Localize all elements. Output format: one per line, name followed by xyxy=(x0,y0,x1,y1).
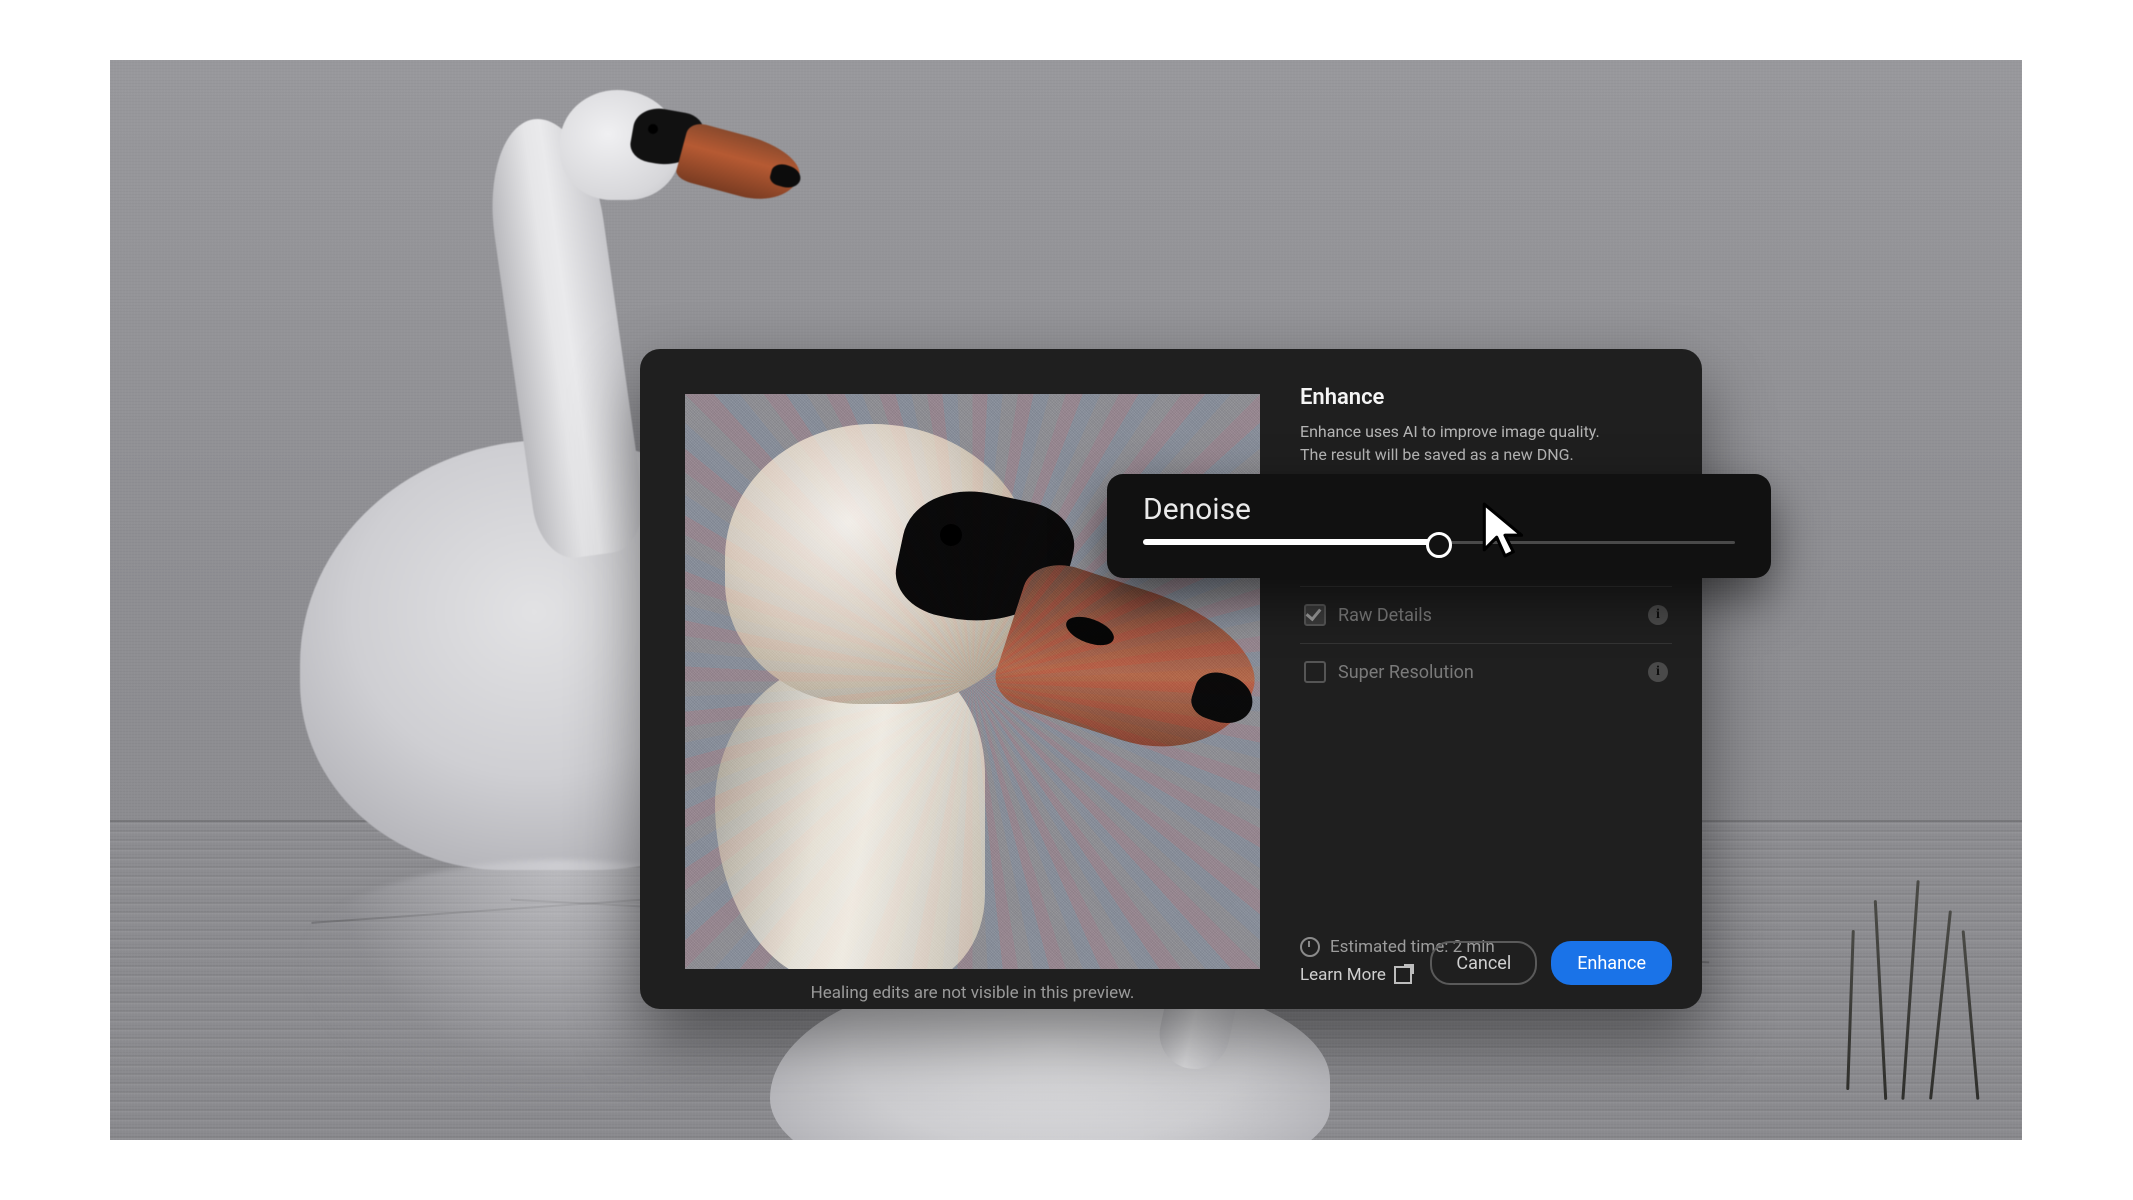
enhance-button[interactable]: Enhance xyxy=(1551,941,1672,985)
option-super-resolution[interactable]: Super Resolution i xyxy=(1300,643,1672,700)
denoise-panel: Denoise xyxy=(1107,474,1771,578)
clock-icon xyxy=(1300,937,1320,957)
option-label: Super Resolution xyxy=(1338,662,1474,683)
checkbox-icon[interactable] xyxy=(1304,604,1326,626)
preview-caption: Healing edits are not visible in this pr… xyxy=(685,983,1260,1003)
learn-more-label: Learn More xyxy=(1300,965,1386,985)
slider-thumb[interactable] xyxy=(1426,532,1452,558)
option-raw-details[interactable]: Raw Details i xyxy=(1300,586,1672,643)
denoise-title: Denoise xyxy=(1143,492,1735,527)
slider-fill xyxy=(1143,539,1439,545)
checkbox-icon[interactable] xyxy=(1304,661,1326,683)
dialog-description: Enhance uses AI to improve image quality… xyxy=(1300,420,1630,466)
option-label: Raw Details xyxy=(1338,605,1432,626)
dialog-title: Enhance xyxy=(1300,385,1672,410)
background-photo: Healing edits are not visible in this pr… xyxy=(110,60,2022,1140)
cancel-button[interactable]: Cancel xyxy=(1430,941,1537,985)
enhance-dialog: Healing edits are not visible in this pr… xyxy=(640,349,1702,1009)
info-icon[interactable]: i xyxy=(1648,662,1668,682)
info-icon[interactable]: i xyxy=(1648,605,1668,625)
external-link-icon xyxy=(1394,966,1412,984)
denoise-slider[interactable] xyxy=(1143,539,1735,545)
